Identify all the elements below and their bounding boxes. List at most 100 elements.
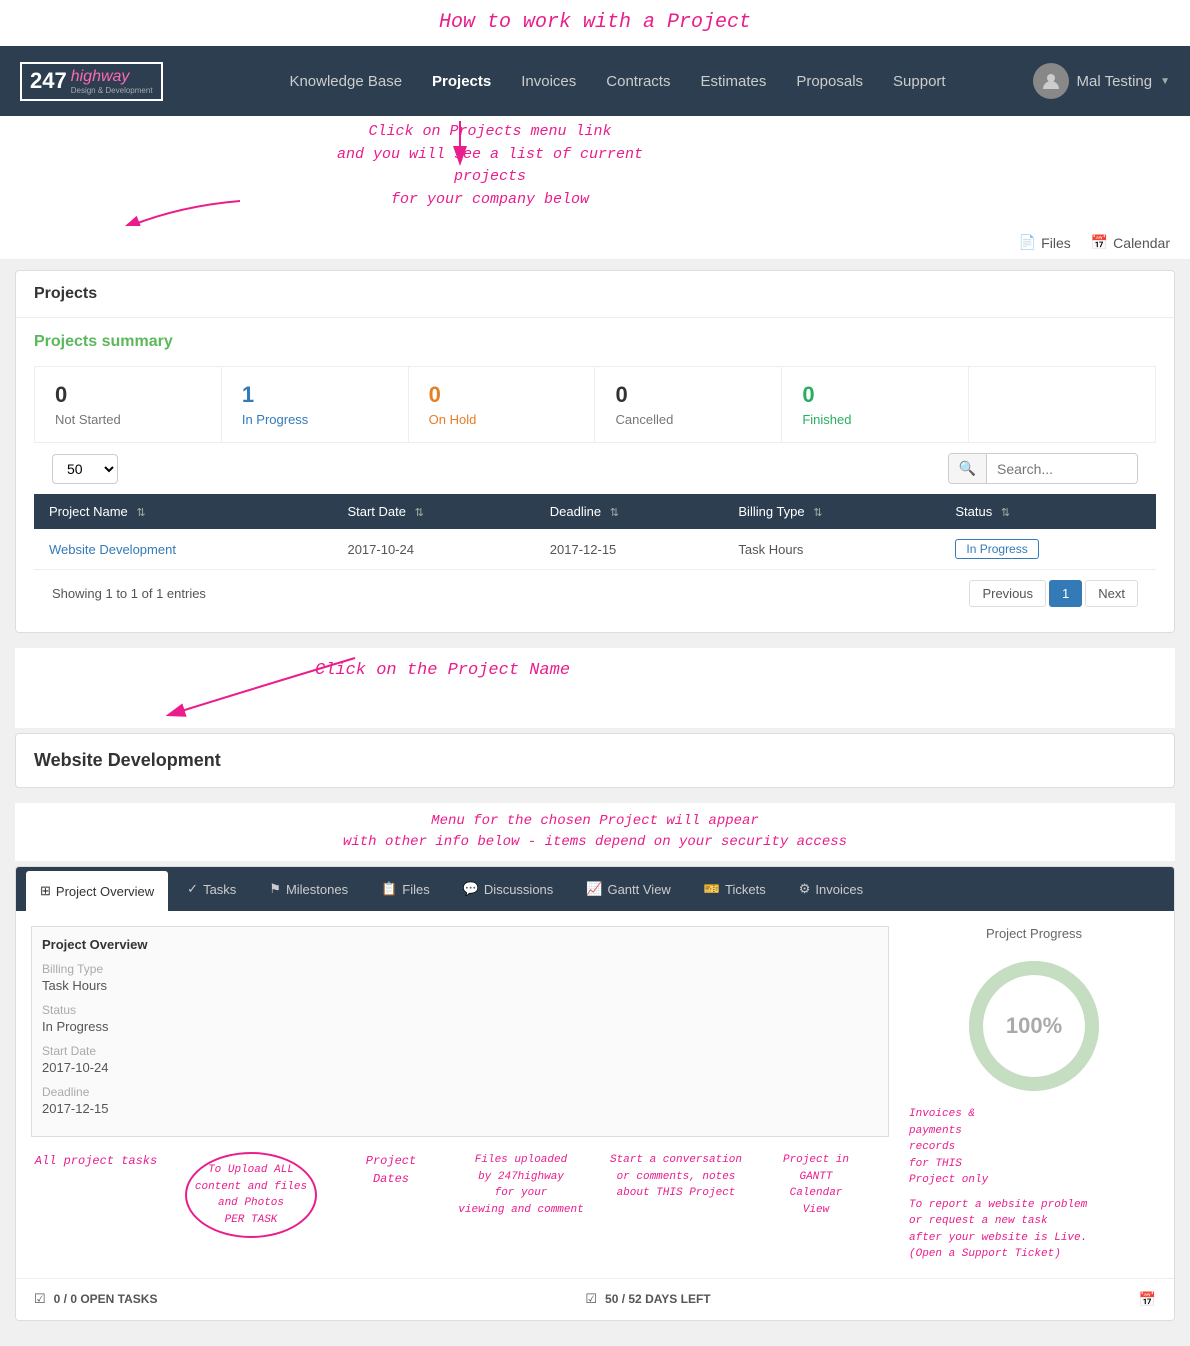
nav-projects[interactable]: Projects <box>432 68 491 95</box>
logo: 247 highway Design & Development <box>20 62 163 101</box>
table-footer: Showing 1 to 1 of 1 entries Previous 1 N… <box>34 570 1156 617</box>
files-nav-icon: 📋 <box>381 881 397 897</box>
billing-type-value: Task Hours <box>42 978 878 993</box>
search-input[interactable] <box>987 455 1137 483</box>
not-started-label: Not Started <box>55 412 201 427</box>
discussions-text: Start a conversation or comments, notes … <box>601 1152 751 1202</box>
summary-placeholder <box>969 367 1155 442</box>
nav-contracts[interactable]: Contracts <box>606 68 670 95</box>
calendar-stat-icon: 📅 <box>1139 1291 1156 1308</box>
user-dropdown-arrow: ▼ <box>1160 76 1170 87</box>
nav-tasks[interactable]: ✓ Tasks <box>173 869 250 909</box>
invoices-annotation: Invoices & payments records for THIS Pro… <box>909 1106 1159 1189</box>
summary-finished: 0 Finished <box>782 367 969 442</box>
ticket-icon: 🎫 <box>704 881 720 897</box>
in-progress-count: 1 <box>242 382 388 408</box>
logo-text: highway Design & Development <box>71 68 153 95</box>
nav-invoices[interactable]: ⚙ Invoices <box>785 869 877 909</box>
upload-text: To Upload ALL content and files and Phot… <box>195 1162 307 1228</box>
cell-billing-type: Task Hours <box>723 529 940 570</box>
page-wrapper: How to work with a Project 247 highway D… <box>0 0 1190 1346</box>
projects-body: Projects summary 0 Not Started 1 In Prog… <box>16 318 1174 632</box>
tickets-label: Tickets <box>725 882 766 897</box>
calendar-button[interactable]: 📅 Calendar <box>1091 234 1170 251</box>
report-problem-annotation: To report a website problem or request a… <box>909 1197 1159 1263</box>
previous-button[interactable]: Previous <box>969 580 1046 607</box>
nav-proposals[interactable]: Proposals <box>796 68 863 95</box>
not-started-count: 0 <box>55 382 201 408</box>
entries-text: Showing 1 to 1 of 1 entries <box>52 586 206 601</box>
user-name: Mal Testing <box>1077 73 1153 90</box>
gantt-annotation: Project in GANTT Calendar View <box>766 1152 866 1238</box>
chart-icon: 📈 <box>586 881 602 897</box>
gear-icon: ⚙ <box>799 881 811 897</box>
files-uploaded-text: Files uploaded by 247highway for your vi… <box>456 1152 586 1218</box>
overview-box: Project Overview Billing Type Task Hours… <box>31 926 889 1137</box>
cell-status: In Progress <box>940 529 1156 570</box>
project-detail-card: Website Development <box>15 733 1175 788</box>
table-row: Website Development 2017-10-24 2017-12-1… <box>34 529 1156 570</box>
nav-estimates[interactable]: Estimates <box>700 68 766 95</box>
user-menu[interactable]: Mal Testing ▼ <box>1033 63 1171 99</box>
overview-box-title: Project Overview <box>42 937 878 952</box>
col-start-date[interactable]: Start Date ⇅ <box>332 494 534 529</box>
overview-annotations: All project tasks To Upload ALL content … <box>31 1152 889 1238</box>
logo-highway: highway <box>71 68 153 86</box>
overview-content: Project Overview Billing Type Task Hours… <box>16 911 1174 1278</box>
click-projects-text: Click on Projects menu link <box>300 121 680 144</box>
open-tasks-stat: ☑ 0 / 0 OPEN TASKS <box>34 1291 157 1307</box>
page-1-button[interactable]: 1 <box>1049 580 1082 607</box>
projects-header: Projects <box>16 271 1174 318</box>
menu-appears-line2: with other info below - items depend on … <box>15 832 1175 853</box>
calendar-icon: 📅 <box>1091 234 1108 251</box>
pagination: Previous 1 Next <box>969 580 1138 607</box>
sort-deadline: ⇅ <box>610 507 619 519</box>
nav-files[interactable]: 📋 Files <box>367 869 444 909</box>
nav-gantt[interactable]: 📈 Gantt View <box>572 869 685 909</box>
all-tasks-annotation: All project tasks <box>31 1152 161 1238</box>
col-deadline[interactable]: Deadline ⇅ <box>535 494 724 529</box>
files-nav-label: Files <box>402 882 429 897</box>
sort-status: ⇅ <box>1001 507 1010 519</box>
logo-247: 247 <box>30 68 67 94</box>
nav-support[interactable]: Support <box>893 68 946 95</box>
open-tasks-label: 0 / 0 OPEN TASKS <box>54 1292 158 1306</box>
files-button[interactable]: 📄 Files <box>1019 234 1071 251</box>
nav-milestones[interactable]: ⚑ Milestones <box>255 869 362 909</box>
click-project-text: Click on the Project Name <box>315 661 570 680</box>
click-project-arrow-svg <box>15 648 1175 728</box>
progress-percentage: 100% <box>1006 1013 1062 1039</box>
deadline-row: Deadline 2017-12-15 <box>42 1085 878 1116</box>
nav-discussions[interactable]: 💬 Discussions <box>449 869 568 909</box>
gantt-label: Gantt View <box>607 882 670 897</box>
in-progress-label: In Progress <box>242 412 388 427</box>
overview-status-value: In Progress <box>42 1019 878 1034</box>
click-project-annotation-area: Click on the Project Name <box>15 648 1175 728</box>
project-dates-text: Project Dates <box>341 1152 441 1188</box>
discussions-annotation: Start a conversation or comments, notes … <box>601 1152 751 1238</box>
calendar-right-icon: 📅 <box>1139 1291 1156 1307</box>
project-name-link[interactable]: Website Development <box>49 542 176 557</box>
nav-tickets[interactable]: 🎫 Tickets <box>690 869 780 909</box>
flag-icon: ⚑ <box>269 881 281 897</box>
nav-knowledge-base[interactable]: Knowledge Base <box>289 68 402 95</box>
col-billing-type[interactable]: Billing Type ⇅ <box>723 494 940 529</box>
search-box: 🔍 <box>948 453 1138 484</box>
col-project-name[interactable]: Project Name ⇅ <box>34 494 332 529</box>
col-status[interactable]: Status ⇅ <box>940 494 1156 529</box>
nav-project-overview[interactable]: ⊞ Project Overview <box>26 871 168 911</box>
project-overview-left: Project Overview Billing Type Task Hours… <box>31 926 889 1263</box>
tasks-label: Tasks <box>203 882 236 897</box>
menu-appears-line1: Menu for the chosen Project will appear <box>15 811 1175 832</box>
projects-table: Project Name ⇅ Start Date ⇅ Deadline ⇅ <box>34 494 1156 570</box>
progress-title: Project Progress <box>909 926 1159 941</box>
click-projects-annotation: Click on Projects menu link and you will… <box>300 121 680 211</box>
finished-count: 0 <box>802 382 948 408</box>
check-icon: ☑ <box>34 1291 46 1307</box>
gantt-text: Project in GANTT Calendar View <box>766 1152 866 1218</box>
next-button[interactable]: Next <box>1085 580 1138 607</box>
milestones-label: Milestones <box>286 882 348 897</box>
nav-invoices[interactable]: Invoices <box>521 68 576 95</box>
per-page-select[interactable]: 50 10 25 100 <box>52 454 118 484</box>
summary-on-hold: 0 On Hold <box>409 367 596 442</box>
